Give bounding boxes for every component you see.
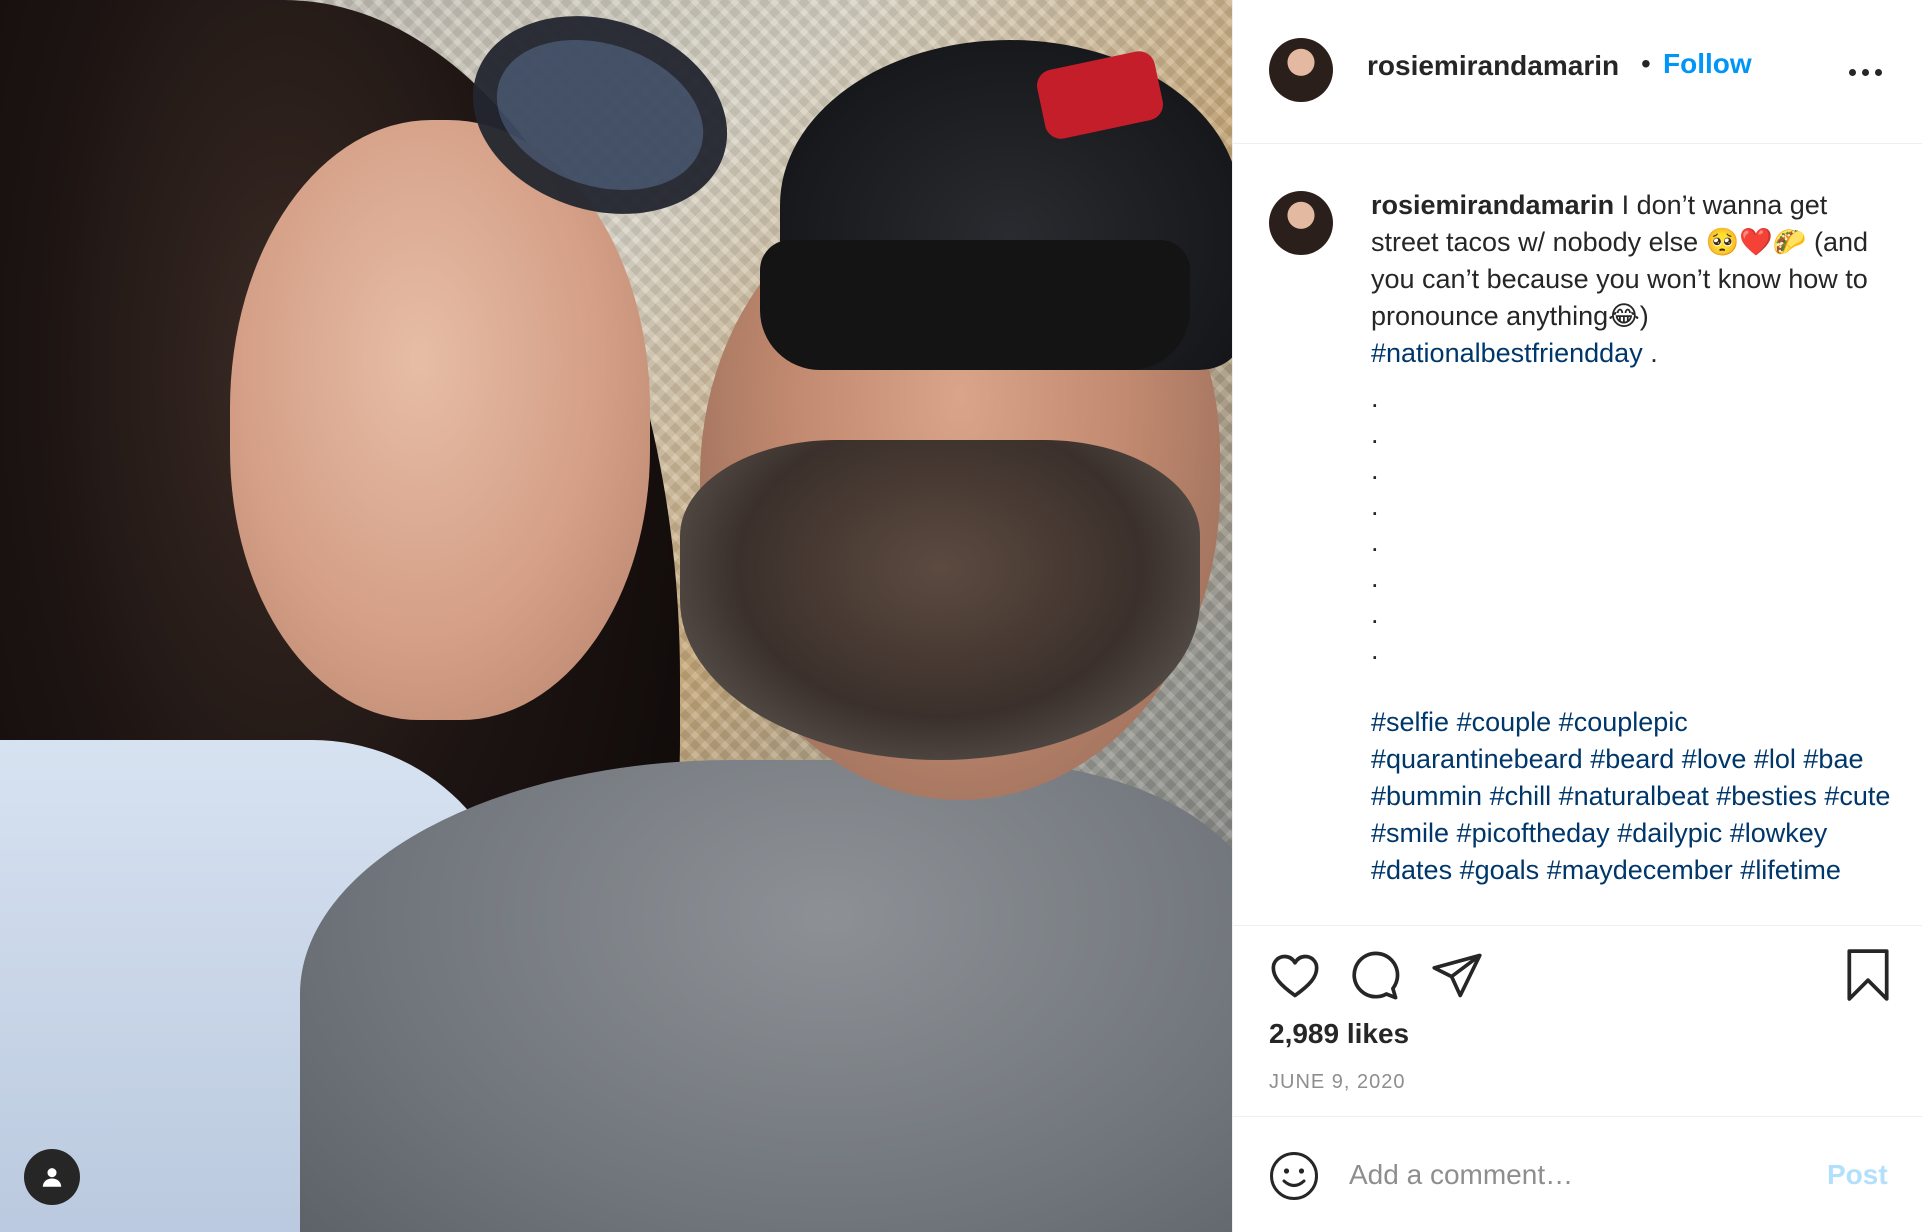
- header-separator: •: [1641, 48, 1651, 79]
- hashtag-link[interactable]: #bummin: [1371, 781, 1482, 811]
- bookmark-icon[interactable]: [1845, 948, 1891, 1002]
- hashtag-list: #selfie #couple #couplepic #quarantinebe…: [1371, 704, 1891, 889]
- post-date[interactable]: JUNE 9, 2020: [1269, 1071, 1406, 1094]
- hashtag-link[interactable]: #lol: [1754, 744, 1796, 774]
- user-icon: [42, 1168, 62, 1187]
- caption-dot-line: .: [1371, 563, 1379, 593]
- comment-input[interactable]: [1349, 1145, 1809, 1205]
- hashtag-link[interactable]: #dailypic: [1617, 818, 1722, 848]
- likes-count[interactable]: 2,989 likes: [1269, 1018, 1409, 1050]
- tagged-users-button[interactable]: [24, 1149, 80, 1205]
- hashtag-link[interactable]: #lifetime: [1740, 855, 1841, 885]
- photo-man-shirt: [300, 760, 1232, 1232]
- comment-icon[interactable]: [1349, 950, 1401, 1002]
- hashtag-link[interactable]: #couplepic: [1559, 707, 1688, 737]
- caption-dot-lines: ........: [1371, 380, 1891, 668]
- hashtag-link[interactable]: #nationalbestfriendday: [1371, 338, 1643, 368]
- add-comment-bar: Post: [1233, 1117, 1922, 1232]
- share-icon[interactable]: [1431, 950, 1483, 1002]
- caption-dot-line: .: [1371, 599, 1379, 629]
- caption-dot-line: .: [1371, 455, 1379, 485]
- emoji-icon[interactable]: [1269, 1151, 1319, 1201]
- hashtag-link[interactable]: #couple: [1457, 707, 1552, 737]
- hashtag-link[interactable]: #beard: [1590, 744, 1674, 774]
- hashtag-link[interactable]: #naturalbeat: [1559, 781, 1709, 811]
- caption-dot-line: .: [1371, 383, 1379, 413]
- hashtag-link[interactable]: #cute: [1824, 781, 1890, 811]
- post-caption: rosiemirandamarin I don’t wanna get stre…: [1371, 187, 1891, 889]
- author-avatar[interactable]: [1269, 38, 1333, 102]
- author-username[interactable]: rosiemirandamarin: [1367, 50, 1619, 82]
- comments-section[interactable]: rosiemirandamarin I don’t wanna get stre…: [1233, 145, 1922, 925]
- caption-dot-line: .: [1371, 491, 1379, 521]
- hashtag-link[interactable]: #lowkey: [1730, 818, 1828, 848]
- photo-man-beard: [680, 440, 1200, 760]
- hashtag-link[interactable]: #dates: [1371, 855, 1452, 885]
- photo-man-sunglasses: [760, 240, 1190, 370]
- hashtag-link[interactable]: #quarantinebeard: [1371, 744, 1583, 774]
- hashtag-link[interactable]: #bae: [1803, 744, 1863, 774]
- caption-dot-line: .: [1371, 635, 1379, 665]
- hashtag-link[interactable]: #picoftheday: [1457, 818, 1610, 848]
- hashtag-link[interactable]: #smile: [1371, 818, 1449, 848]
- post-header: rosiemirandamarin • Follow: [1233, 0, 1922, 144]
- hashtag-link[interactable]: #besties: [1716, 781, 1817, 811]
- post-photo[interactable]: [0, 0, 1232, 1232]
- follow-button[interactable]: Follow: [1663, 48, 1752, 80]
- caption-username[interactable]: rosiemirandamarin: [1371, 190, 1614, 220]
- post-actions: 2,989 likes JUNE 9, 2020: [1233, 925, 1922, 1117]
- hashtag-link[interactable]: #chill: [1490, 781, 1552, 811]
- hashtag-link[interactable]: #goals: [1460, 855, 1540, 885]
- post-sidebar: rosiemirandamarin • Follow rosiemirandam…: [1232, 0, 1922, 1232]
- more-options-icon[interactable]: [1841, 60, 1889, 84]
- heart-icon[interactable]: [1269, 950, 1321, 1002]
- caption-text-suffix: .: [1642, 338, 1658, 368]
- caption-dot-line: .: [1371, 527, 1379, 557]
- caption-author-avatar[interactable]: [1269, 191, 1333, 255]
- hashtag-link[interactable]: #love: [1682, 744, 1747, 774]
- hashtag-link[interactable]: #maydecember: [1547, 855, 1733, 885]
- caption-dot-line: .: [1371, 419, 1379, 449]
- hashtag-link[interactable]: #selfie: [1371, 707, 1449, 737]
- post-comment-button[interactable]: Post: [1827, 1159, 1888, 1191]
